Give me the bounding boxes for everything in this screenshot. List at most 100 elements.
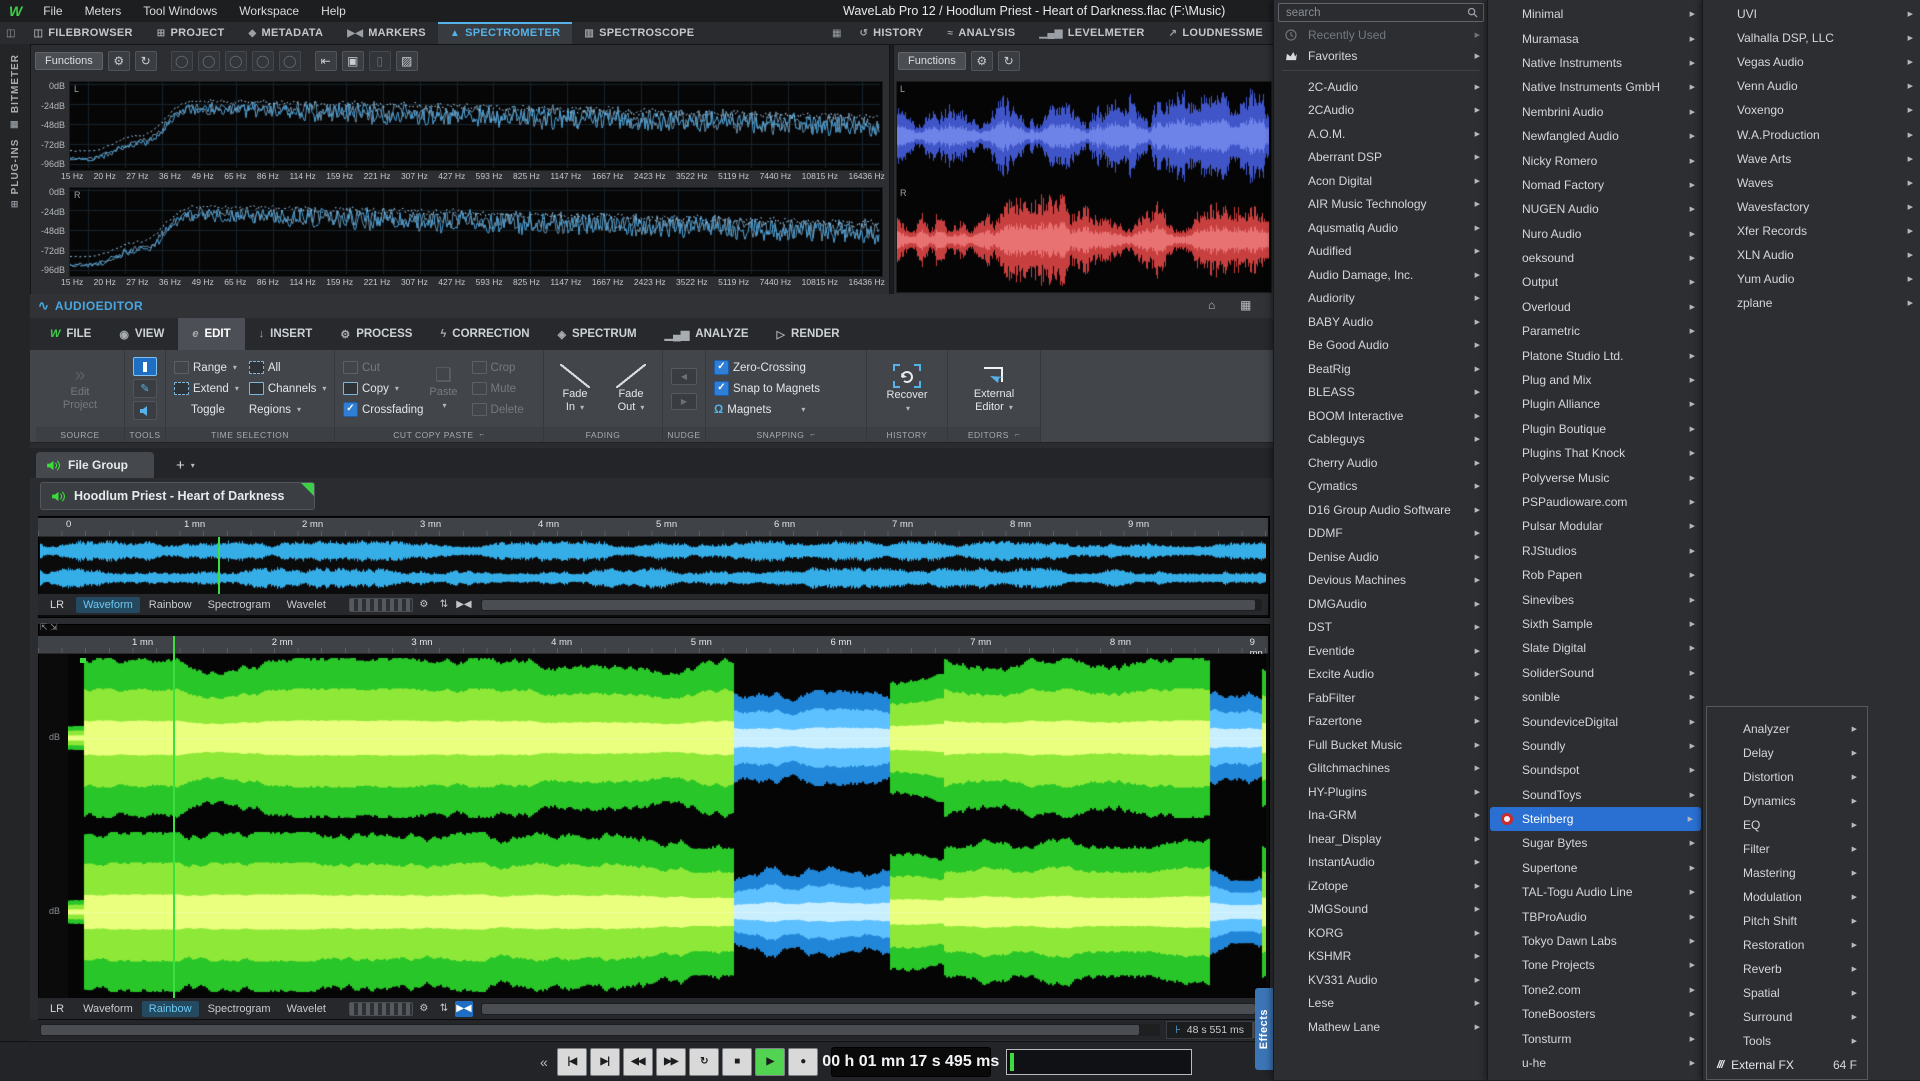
mute-button[interactable]: Mute — [472, 382, 524, 395]
go-to-start-button[interactable]: |◀ — [557, 1048, 587, 1076]
goto-start-icon[interactable]: ⇤ — [315, 51, 337, 71]
menu-item-tokyo-dawn-labs[interactable]: Tokyo Dawn Labs▶ — [1488, 929, 1703, 953]
settings-gear-icon[interactable]: ⚙ — [415, 597, 433, 613]
tab-filebrowser[interactable]: ◫FILEBROWSER — [21, 22, 144, 44]
main-scrollbar[interactable] — [40, 1024, 1160, 1036]
channels-button[interactable]: Channels▾ — [249, 382, 327, 395]
category-item-tools[interactable]: Tools▶ — [1707, 1029, 1867, 1053]
menu-item-wave-arts[interactable]: Wave Arts▶ — [1703, 147, 1920, 171]
fade-out-button[interactable]: FadeOut ▾ — [610, 362, 652, 416]
loop-button[interactable]: ↻ — [689, 1048, 719, 1076]
effects-tab[interactable]: Effects — [1255, 988, 1273, 1070]
menu-item-yum-audio[interactable]: Yum Audio▶ — [1703, 267, 1920, 291]
crop-button[interactable]: Crop — [472, 361, 524, 374]
menu-item-nicky-romero[interactable]: Nicky Romero▶ — [1488, 148, 1703, 172]
category-item-distortion[interactable]: Distortion▶ — [1707, 765, 1867, 789]
menu-item-excite-audio[interactable]: Excite Audio▶ — [1274, 663, 1488, 687]
menu-item-tone-projects[interactable]: Tone Projects▶ — [1488, 953, 1703, 977]
snapshot-4-icon[interactable]: ◯ — [252, 51, 274, 71]
menu-item-w-a-production[interactable]: W.A.Production▶ — [1703, 122, 1920, 146]
category-item-eq[interactable]: EQ▶ — [1707, 813, 1867, 837]
fit-view-icon[interactable]: ▶◀ — [455, 1001, 473, 1017]
tab-analyze[interactable]: ▁▄▆ANALYZE — [651, 318, 763, 350]
menu-item-solidersound[interactable]: SoliderSound▶ — [1488, 661, 1703, 685]
menu-item-output[interactable]: Output▶ — [1488, 270, 1703, 294]
tab-insert[interactable]: ↓INSERT — [245, 318, 327, 350]
menu-item-tbproaudio[interactable]: TBProAudio▶ — [1488, 904, 1703, 928]
menu-item-sonible[interactable]: sonible▶ — [1488, 685, 1703, 709]
main-ruler[interactable]: 1 mn2 mn3 mn4 mn5 mn6 mn7 mn8 mn9 mn — [38, 636, 1268, 654]
menu-item-bleass[interactable]: BLEASS▶ — [1274, 381, 1488, 405]
paste-button[interactable]: ❏ Paste▾ — [423, 364, 463, 414]
menu-item-cymatics[interactable]: Cymatics▶ — [1274, 475, 1488, 499]
menu-item-mathew-lane[interactable]: Mathew Lane▶ — [1274, 1015, 1488, 1039]
grid-icon[interactable]: ▦ — [1240, 298, 1251, 312]
settings-gear-icon[interactable]: ⚙ — [971, 51, 993, 71]
mode-spectrogram[interactable]: Spectrogram — [201, 1001, 278, 1017]
edit-project-button[interactable]: » EditProject — [57, 364, 103, 414]
menu-item-native-instruments[interactable]: Native Instruments▶ — [1488, 51, 1703, 75]
rail-bitmeter[interactable]: ▦BITMETER — [10, 54, 21, 129]
camera-icon[interactable]: ▣ — [342, 51, 364, 71]
snapshot-1-icon[interactable]: ◯ — [171, 51, 193, 71]
menu-item-soundspot[interactable]: Soundspot▶ — [1488, 758, 1703, 782]
menu-meters[interactable]: Meters — [74, 0, 133, 22]
menu-item-d16-group-audio-software[interactable]: D16 Group Audio Software▶ — [1274, 498, 1488, 522]
tab-metadata[interactable]: ◆METADATA — [237, 22, 336, 44]
mode-rainbow[interactable]: Rainbow — [142, 597, 199, 613]
menu-item-acon-digital[interactable]: Acon Digital▶ — [1274, 169, 1488, 193]
copy-button[interactable]: Copy▾ — [343, 382, 423, 395]
tab-project[interactable]: ⊞PROJECT — [145, 22, 237, 44]
menu-item-uvi[interactable]: UVI▶ — [1703, 2, 1920, 26]
file-tab[interactable]: Hoodlum Priest - Heart of Darkness — [40, 482, 315, 510]
record-button[interactable]: ● — [788, 1048, 818, 1076]
tab-render[interactable]: ▷RENDER — [763, 318, 854, 350]
extend-button[interactable]: Extend▾ — [174, 382, 239, 395]
category-item-reverb[interactable]: Reverb▶ — [1707, 957, 1867, 981]
menu-item-soundly[interactable]: Soundly▶ — [1488, 734, 1703, 758]
menu-item-sugar-bytes[interactable]: Sugar Bytes▶ — [1488, 831, 1703, 855]
menu-item-u-he[interactable]: u-he▶ — [1488, 1051, 1703, 1075]
snapshot-5-icon[interactable]: ◯ — [279, 51, 301, 71]
tab-edit[interactable]: eEDIT — [178, 318, 244, 350]
menu-item-plugins-that-knock[interactable]: Plugins That Knock▶ — [1488, 441, 1703, 465]
time-selection-tool-button[interactable] — [133, 357, 157, 376]
playback-progress[interactable] — [1006, 1049, 1192, 1075]
recover-button[interactable]: Recover▾ — [881, 361, 934, 417]
marker-green[interactable] — [80, 658, 86, 663]
tab-levelmeter[interactable]: ▁▄▆LEVELMETER — [1027, 22, 1156, 44]
menu-item-supertone[interactable]: Supertone▶ — [1488, 856, 1703, 880]
rainbow-waveform[interactable] — [68, 654, 1266, 998]
menu-item-boom-interactive[interactable]: BOOM Interactive▶ — [1274, 404, 1488, 428]
vertical-zoom-icon[interactable]: ⇅ — [435, 1001, 453, 1017]
menu-help[interactable]: Help — [310, 0, 357, 22]
snapshot-3-icon[interactable]: ◯ — [225, 51, 247, 71]
menu-item-tonsturm[interactable]: Tonsturm▶ — [1488, 1026, 1703, 1050]
category-item-restoration[interactable]: Restoration▶ — [1707, 933, 1867, 957]
mode-wavelet[interactable]: Wavelet — [280, 597, 333, 613]
menu-item-baby-audio[interactable]: BABY Audio▶ — [1274, 310, 1488, 334]
menu-tool-windows[interactable]: Tool Windows — [132, 0, 228, 22]
tab-spectroscope[interactable]: ▥SPECTROSCOPE — [572, 22, 706, 44]
functions-button[interactable]: Functions — [898, 52, 966, 70]
menu-item-favorites[interactable]: Favorites▶ — [1274, 45, 1488, 66]
tab-analysis[interactable]: ≈ANALYSIS — [936, 22, 1028, 44]
delete-button[interactable]: Delete — [472, 403, 524, 416]
menu-item-tal-togu-audio-line[interactable]: TAL-Togu Audio Line▶ — [1488, 880, 1703, 904]
menu-item-ddmf[interactable]: DDMF▶ — [1274, 522, 1488, 546]
menu-item-aqusmatiq-audio[interactable]: Aqusmatiq Audio▶ — [1274, 216, 1488, 240]
menu-item-minimal[interactable]: Minimal▶ — [1488, 2, 1703, 26]
menu-item-plugin-alliance[interactable]: Plugin Alliance▶ — [1488, 392, 1703, 416]
snapshot-2-icon[interactable]: ◯ — [198, 51, 220, 71]
menu-item-aberrant-dsp[interactable]: Aberrant DSP▶ — [1274, 146, 1488, 170]
menu-item-wavesfactory[interactable]: Wavesfactory▶ — [1703, 195, 1920, 219]
image-icon[interactable]: ▨ — [396, 51, 418, 71]
menu-item-izotope[interactable]: iZotope▶ — [1274, 874, 1488, 898]
edit-cursor-icons[interactable]: ⇱ ⇲ — [40, 622, 58, 633]
menu-item-waves[interactable]: Waves▶ — [1703, 171, 1920, 195]
menu-item-tone2-com[interactable]: Tone2.com▶ — [1488, 978, 1703, 1002]
menu-item-fazertone[interactable]: Fazertone▶ — [1274, 710, 1488, 734]
menu-item-audified[interactable]: Audified▶ — [1274, 240, 1488, 264]
main-scrollbar-upper[interactable] — [481, 1003, 1262, 1015]
menu-item-inear-display[interactable]: Inear_Display▶ — [1274, 827, 1488, 851]
